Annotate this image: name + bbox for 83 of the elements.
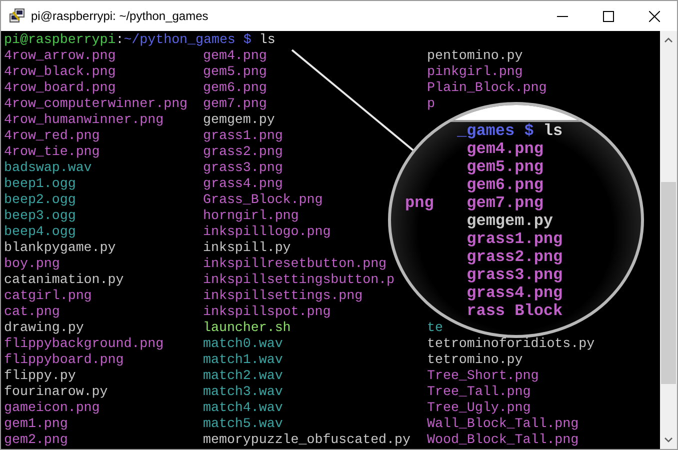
file-name: beep2.ogg xyxy=(4,192,76,207)
command-prompt: _games $ ls xyxy=(457,122,563,140)
file-name: match4.wav xyxy=(203,400,283,415)
file-name: inkspillsettings.png xyxy=(203,288,363,303)
file-name: gem4.png xyxy=(203,48,267,63)
file-name: Wall_Block_Tall.png xyxy=(427,416,579,431)
file-name: gem7.png xyxy=(466,194,544,212)
file-name: Wood_Block_Tall.png xyxy=(427,432,579,447)
file-name: blankpygame.py xyxy=(4,240,116,255)
file-name: 4row_humanwinner.png xyxy=(4,112,164,127)
window-title: pi@raspberrypi: ~/python_games xyxy=(31,9,208,23)
maximize-icon xyxy=(602,10,614,22)
file-name: grass3.png xyxy=(466,266,563,284)
file-name: 4row_computerwinner.png xyxy=(4,96,188,111)
file-name: inkspillsettingsbutton.p xyxy=(203,272,395,287)
file-name: tetrominoforidiots.py xyxy=(427,336,595,351)
file-name: inkspillresetbutton.png xyxy=(203,256,387,271)
file-name: Plain_Block.png xyxy=(427,80,547,95)
terminal-app-icon xyxy=(9,8,25,24)
file-name: grass2.png xyxy=(203,144,283,159)
file-name: 4row_board.png xyxy=(4,80,116,95)
file-name: grass1.png xyxy=(203,128,283,143)
file-name: gem7.png xyxy=(203,96,267,111)
scrollbar[interactable] xyxy=(660,31,677,449)
file-name: p xyxy=(427,96,435,111)
file-name: gem6.png xyxy=(203,80,267,95)
file-name: Tree_Short.png xyxy=(427,368,539,383)
file-name: rass Block xyxy=(466,302,563,320)
file-name: match2.wav xyxy=(203,368,283,383)
file-name: gem4.png xyxy=(466,140,544,158)
file-name: gem1.png xyxy=(4,416,68,431)
file-name: gem5.png xyxy=(466,158,544,176)
file-name: gameicon.png xyxy=(4,400,100,415)
file-name: png xyxy=(405,194,434,212)
file-name: pinkgirl.png xyxy=(427,64,523,79)
file-name: flippybackground.png xyxy=(4,336,164,351)
file-name: beep3.ogg xyxy=(4,208,76,223)
file-name: badswap.wav xyxy=(4,160,92,175)
file-name: match0.wav xyxy=(203,336,283,351)
close-icon xyxy=(648,10,660,22)
file-name: tetromino.py xyxy=(427,352,523,367)
file-name: beep4.ogg xyxy=(4,224,76,239)
file-name: grass4.png xyxy=(203,176,283,191)
file-name: flippy.py xyxy=(4,368,76,383)
file-name: grass4.png xyxy=(466,284,563,302)
scroll-thumb[interactable] xyxy=(661,182,676,384)
file-name: Tree_Ugly.png xyxy=(427,400,531,415)
file-name: inkspilllogo.png xyxy=(203,224,331,239)
file-name: grass1.png xyxy=(466,230,563,248)
file-name: 4row_tie.png xyxy=(4,144,100,159)
file-name: fourinarow.py xyxy=(4,384,108,399)
file-name: grass2.png xyxy=(466,248,563,266)
file-name: inkspillspot.png xyxy=(203,304,331,319)
file-name: match1.wav xyxy=(203,352,283,367)
file-name: launcher.sh xyxy=(203,320,291,335)
scroll-up-icon[interactable] xyxy=(664,37,673,43)
file-name: drawing.py xyxy=(4,320,84,335)
file-name: boy.png xyxy=(4,256,60,271)
command-prompt: pi@raspberrypi:~/python_games $ ls xyxy=(4,32,276,48)
file-name: gemgem.py xyxy=(466,212,554,230)
file-name: match5.wav xyxy=(203,416,283,431)
file-name: te xyxy=(427,320,443,335)
file-name: gem5.png xyxy=(203,64,267,79)
file-name: 4row_arrow.png xyxy=(4,48,116,63)
file-name: pentomino.py xyxy=(427,48,523,63)
file-name: beep1.ogg xyxy=(4,176,76,191)
file-name: horngirl.png xyxy=(203,208,299,223)
file-name: gem6.png xyxy=(466,176,544,194)
file-name: match3.wav xyxy=(203,384,283,399)
file-name: Grass_Block.png xyxy=(203,192,323,207)
file-name: memorypuzzle_obfuscated.py xyxy=(203,432,410,447)
file-name: flippyboard.png xyxy=(4,352,124,367)
file-name: gemgem.py xyxy=(203,112,275,127)
file-name: cat.png xyxy=(4,304,60,319)
file-name: 4row_black.png xyxy=(4,64,116,79)
file-name: gem2.png xyxy=(4,432,68,447)
file-name: catanimation.py xyxy=(4,272,124,287)
file-name: catgirl.png xyxy=(4,288,92,303)
scroll-down-icon[interactable] xyxy=(664,437,673,443)
file-name: 4row_red.png xyxy=(4,128,100,143)
file-name: grass3.png xyxy=(203,160,283,175)
file-name: Tree_Tall.png xyxy=(427,384,531,399)
file-name: inkspill.py xyxy=(203,240,291,255)
